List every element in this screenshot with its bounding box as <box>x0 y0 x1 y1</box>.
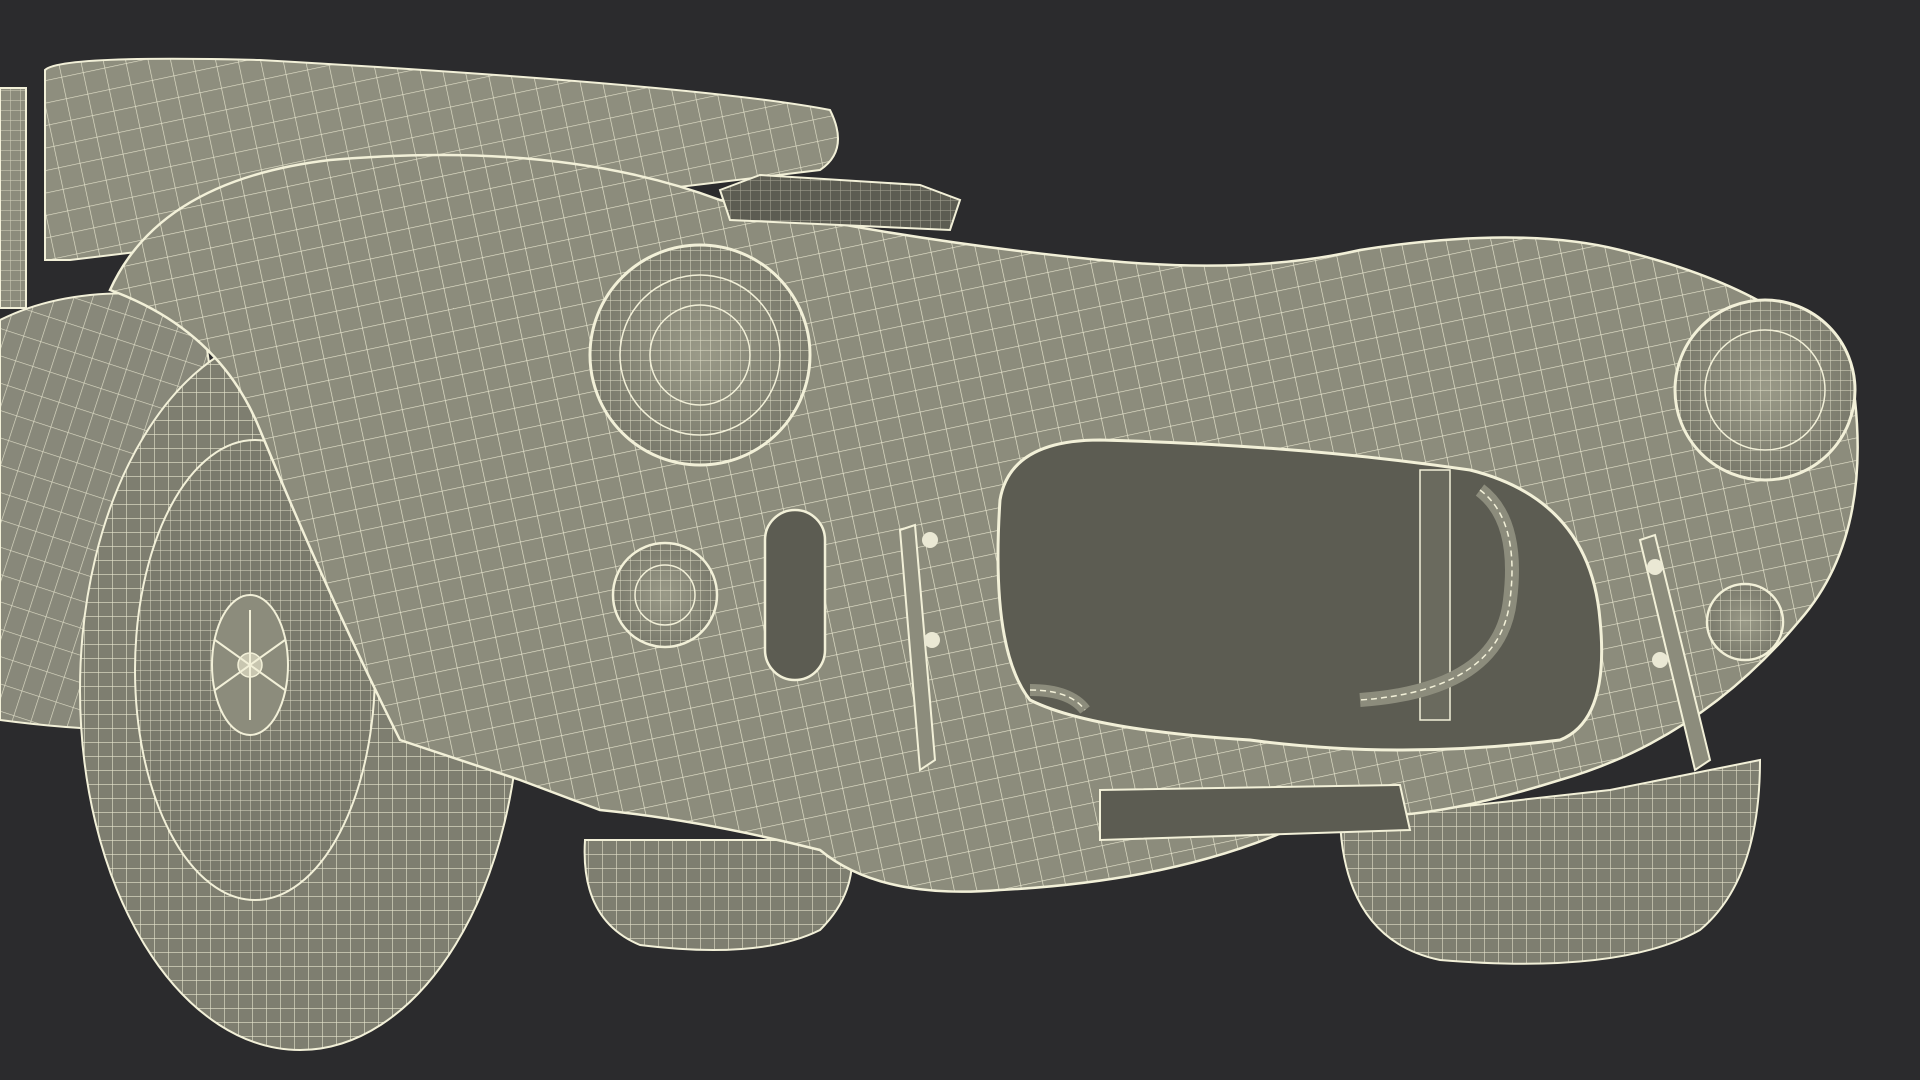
side-vent-slot <box>763 508 827 682</box>
hood-scoop <box>718 173 962 232</box>
render-viewport <box>0 0 1920 1080</box>
wheel-hub <box>211 594 289 736</box>
headlight-left <box>588 243 812 467</box>
wireframe-car-render <box>0 57 1859 1051</box>
turn-lamp-left <box>611 541 719 649</box>
side-mirror <box>0 87 27 309</box>
rear-tire-center <box>583 839 853 951</box>
headlight-right <box>1673 298 1857 482</box>
turn-lamp-right <box>1705 582 1785 662</box>
lower-air-intake <box>1099 783 1412 842</box>
